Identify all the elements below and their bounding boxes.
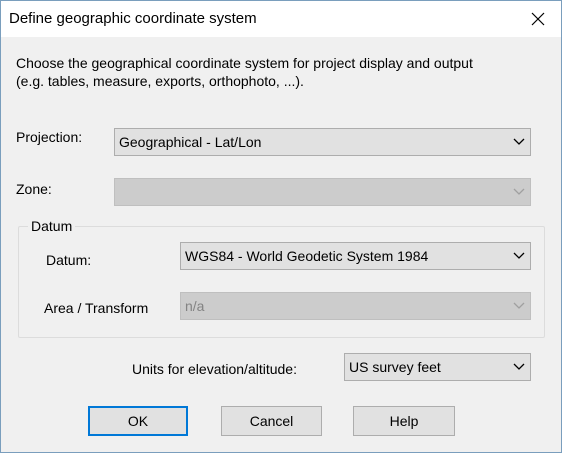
description-line-1: Choose the geographical coordinate syste… xyxy=(16,55,473,71)
chevron-down-icon xyxy=(508,354,530,380)
projection-select[interactable]: Geographical - Lat/Lon xyxy=(114,128,531,156)
chevron-down-icon xyxy=(508,179,530,205)
cancel-button[interactable]: Cancel xyxy=(221,406,322,436)
chevron-down-icon xyxy=(508,293,530,319)
help-button[interactable]: Help xyxy=(353,406,455,436)
close-button[interactable] xyxy=(515,1,561,37)
projection-value: Geographical - Lat/Lon xyxy=(119,134,262,150)
units-label: Units for elevation/altitude: xyxy=(132,361,297,377)
close-icon xyxy=(531,12,545,26)
datum-group-legend: Datum xyxy=(28,218,76,234)
area-transform-value: n/a xyxy=(185,298,205,314)
chevron-down-icon xyxy=(508,243,530,269)
projection-label: Projection: xyxy=(16,129,83,145)
dialog-title: Define geographic coordinate system xyxy=(9,10,257,27)
datum-value: WGS84 - World Geodetic System 1984 xyxy=(185,248,429,264)
area-transform-select[interactable]: n/a xyxy=(180,292,531,320)
zone-select[interactable] xyxy=(114,178,531,206)
chevron-down-icon xyxy=(508,129,530,155)
dialog-window: Define geographic coordinate system Choo… xyxy=(0,0,562,453)
description-line-2: (e.g. tables, measure, exports, orthopho… xyxy=(16,73,304,89)
zone-label: Zone: xyxy=(16,181,52,197)
title-bar: Define geographic coordinate system xyxy=(1,1,561,37)
ok-button[interactable]: OK xyxy=(88,406,188,436)
datum-select[interactable]: WGS84 - World Geodetic System 1984 xyxy=(180,242,531,270)
area-transform-label: Area / Transform xyxy=(44,300,149,316)
units-value: US survey feet xyxy=(349,359,441,375)
datum-label: Datum: xyxy=(46,252,92,268)
description-text: Choose the geographical coordinate syste… xyxy=(16,54,536,90)
units-select[interactable]: US survey feet xyxy=(344,353,531,381)
